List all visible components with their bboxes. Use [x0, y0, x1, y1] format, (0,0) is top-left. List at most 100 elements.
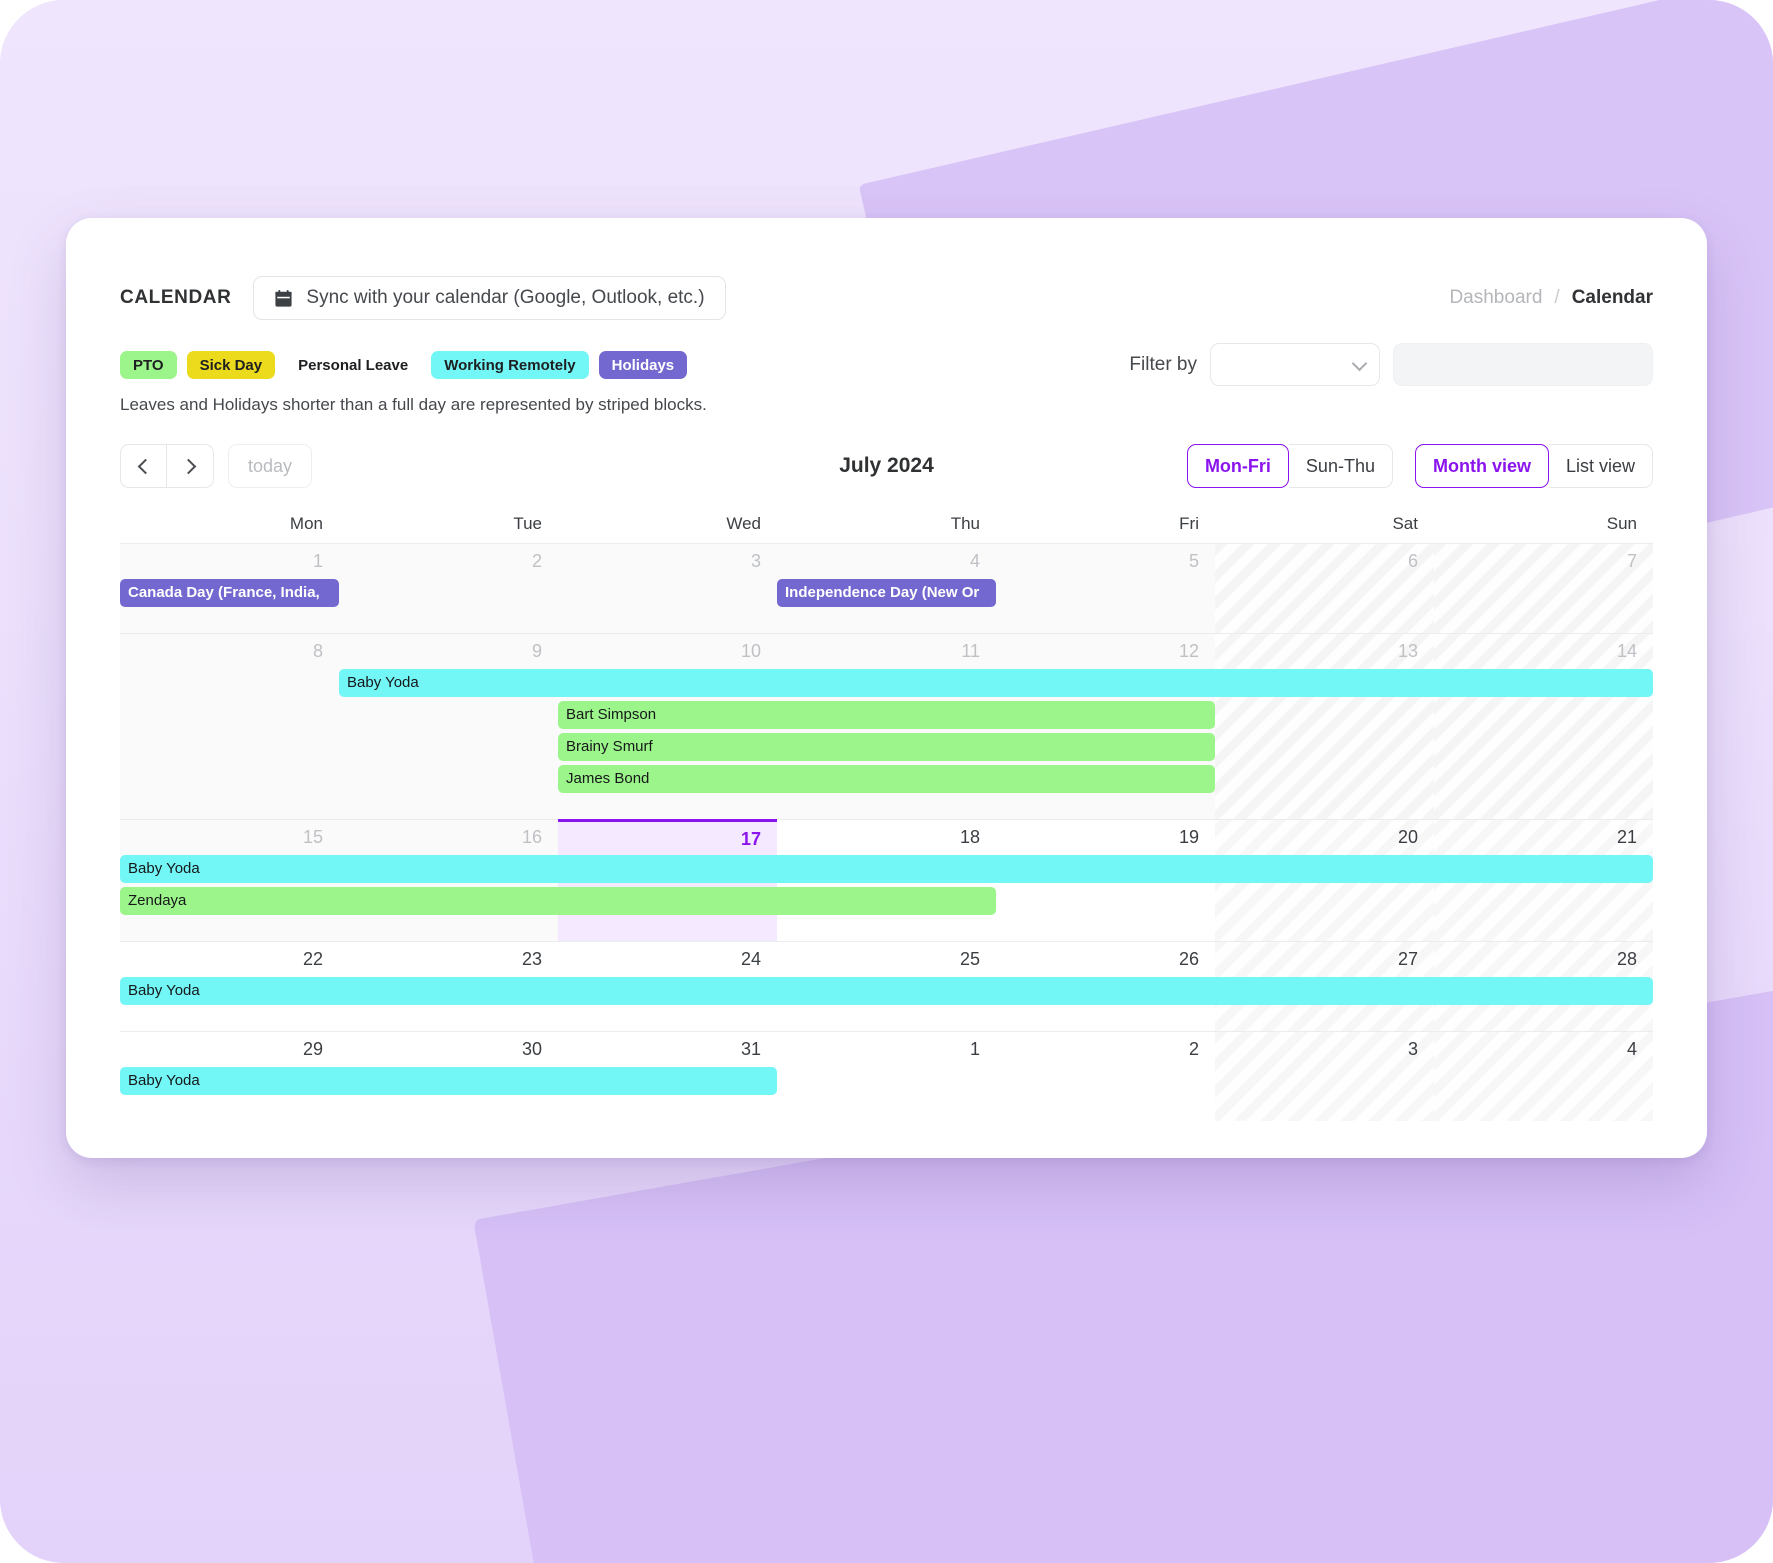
day-number: 23	[521, 949, 542, 969]
calendar-event[interactable]: James Bond	[558, 765, 1215, 793]
day-of-week-header: Mon Tue Wed Thu Fri Sat Sun	[120, 514, 1653, 543]
day-number: 22	[302, 949, 323, 969]
event-row: Baby Yoda	[120, 669, 1653, 697]
calendar-event[interactable]: Canada Day (France, India,	[120, 579, 339, 607]
day-number: 2	[531, 551, 542, 571]
day-cell-3[interactable]: 3	[1215, 1031, 1434, 1121]
legend-chip-personal-leave[interactable]: Personal Leave	[285, 351, 421, 379]
legend-chip-pto[interactable]: PTO	[120, 351, 177, 379]
calendar-week-row: 8 9 10 11 12 13 14 Baby Yoda Bart Simpson Brainy …	[120, 633, 1653, 819]
event-layer: Baby Yoda	[120, 977, 1653, 1009]
day-number: 28	[1616, 949, 1637, 969]
day-number: 27	[1397, 949, 1418, 969]
calendar-weeks: 1 2 3 4 5 6 7 Canada Day (France, India, Indepen…	[120, 543, 1653, 1121]
day-cell-1[interactable]: 1	[777, 1031, 996, 1121]
chevron-right-icon	[180, 458, 196, 474]
breadcrumb-separator: /	[1554, 287, 1560, 308]
breadcrumb: Dashboard / Calendar	[1449, 287, 1653, 309]
toggle-list-view[interactable]: List view	[1548, 444, 1653, 488]
calendar-event[interactable]: Baby Yoda	[120, 855, 1653, 883]
day-number: 9	[531, 641, 542, 661]
toggle-mon-fri[interactable]: Mon-Fri	[1186, 444, 1289, 488]
day-number: 10	[740, 641, 761, 661]
breadcrumb-dashboard[interactable]: Dashboard	[1449, 287, 1542, 309]
toggle-sun-thu[interactable]: Sun-Thu	[1288, 444, 1393, 488]
app-window: CALENDAR Sync with your calendar (Google…	[66, 218, 1707, 1158]
day-number: 4	[1626, 1039, 1637, 1059]
today-button[interactable]: today	[228, 444, 313, 488]
day-number: 3	[1407, 1039, 1418, 1059]
filter-label: Filter by	[1129, 353, 1197, 375]
day-number: 30	[521, 1039, 542, 1059]
view-mode-toggle: Month view List view	[1414, 444, 1653, 488]
calendar-event[interactable]: Zendaya	[120, 887, 996, 915]
day-cell-8[interactable]: 8	[120, 633, 339, 819]
day-header-thu: Thu	[950, 514, 980, 533]
day-number: 14	[1616, 641, 1637, 661]
calendar-event[interactable]: Bart Simpson	[558, 701, 1215, 729]
day-number: 17	[740, 829, 761, 849]
day-number: 8	[312, 641, 323, 661]
week-range-toggle: Mon-Fri Sun-Thu	[1186, 444, 1393, 488]
day-header-sun: Sun	[1606, 514, 1637, 533]
calendar-event[interactable]: Independence Day (New Or	[777, 579, 996, 607]
calendar-week-row: 15 16 17 18 19 20 21 Baby Yoda Zendaya	[120, 819, 1653, 941]
day-number: 12	[1178, 641, 1199, 661]
page-background: CALENDAR Sync with your calendar (Google…	[0, 0, 1773, 1563]
day-number: 19	[1178, 827, 1199, 847]
chevron-left-icon	[137, 458, 154, 474]
breadcrumb-calendar: Calendar	[1571, 287, 1653, 308]
day-cell-2[interactable]: 2	[996, 1031, 1215, 1121]
day-cell-7[interactable]: 7	[1434, 543, 1653, 633]
legend-chip-working-remotely[interactable]: Working Remotely	[431, 351, 589, 379]
day-number: 7	[1626, 551, 1637, 571]
day-number: 1	[312, 551, 323, 571]
calendar-event[interactable]: Baby Yoda	[120, 1067, 777, 1095]
day-number: 16	[521, 827, 542, 847]
day-number: 20	[1397, 827, 1418, 847]
toggle-month-view[interactable]: Month view	[1414, 444, 1549, 488]
page-title: CALENDAR	[120, 287, 232, 308]
filter-select[interactable]	[1210, 343, 1380, 386]
day-number: 2	[1188, 1039, 1199, 1059]
calendar-week-row: 29 30 31 1 2 3 4 Baby Yoda	[120, 1031, 1653, 1121]
day-number: 29	[302, 1039, 323, 1059]
day-cell-14[interactable]: 14	[1434, 633, 1653, 819]
day-cell-9[interactable]: 9	[339, 633, 558, 819]
day-number: 24	[740, 949, 761, 969]
day-cell-13[interactable]: 13	[1215, 633, 1434, 819]
chevron-down-icon	[1351, 355, 1368, 371]
view-toggles: Mon-Fri Sun-Thu Month view List view	[1186, 444, 1653, 488]
day-header-wed: Wed	[726, 514, 761, 533]
day-cell-4[interactable]: 4	[1434, 1031, 1653, 1121]
legend-chip-sick-day[interactable]: Sick Day	[186, 351, 276, 379]
day-number: 25	[959, 949, 980, 969]
day-cell-5[interactable]: 5	[996, 543, 1215, 633]
day-cell-3[interactable]: 3	[558, 543, 777, 633]
day-header-tue: Tue	[513, 514, 542, 533]
calendar-event[interactable]: Baby Yoda	[120, 977, 1653, 1005]
day-number: 11	[961, 641, 980, 661]
legend-chip-list: PTO Sick Day Personal Leave Working Remotel…	[120, 351, 688, 379]
day-number: 4	[969, 551, 980, 571]
filter-group: Filter by	[1129, 343, 1653, 386]
day-number: 21	[1616, 827, 1637, 847]
day-number: 6	[1407, 551, 1418, 571]
legend-note: Leaves and Holidays shorter than a full …	[120, 395, 707, 414]
day-cell-2[interactable]: 2	[339, 543, 558, 633]
calendar-event[interactable]: Baby Yoda	[339, 669, 1653, 697]
legend-chip-holidays[interactable]: Holidays	[598, 351, 688, 379]
next-month-button[interactable]	[167, 444, 214, 488]
day-number: 3	[750, 551, 761, 571]
prev-month-button[interactable]	[120, 444, 167, 488]
day-cell-6[interactable]: 6	[1215, 543, 1434, 633]
filter-value-input[interactable]	[1393, 343, 1653, 386]
sync-calendar-button[interactable]: Sync with your calendar (Google, Outlook…	[253, 276, 726, 320]
day-number: 1	[969, 1039, 980, 1059]
day-header-fri: Fri	[1179, 514, 1199, 533]
day-number: 13	[1397, 641, 1418, 661]
day-number: 18	[959, 827, 980, 847]
day-number: 31	[740, 1039, 761, 1059]
app-sheet: CALENDAR Sync with your calendar (Google…	[84, 236, 1689, 1140]
calendar-event[interactable]: Brainy Smurf	[558, 733, 1215, 761]
